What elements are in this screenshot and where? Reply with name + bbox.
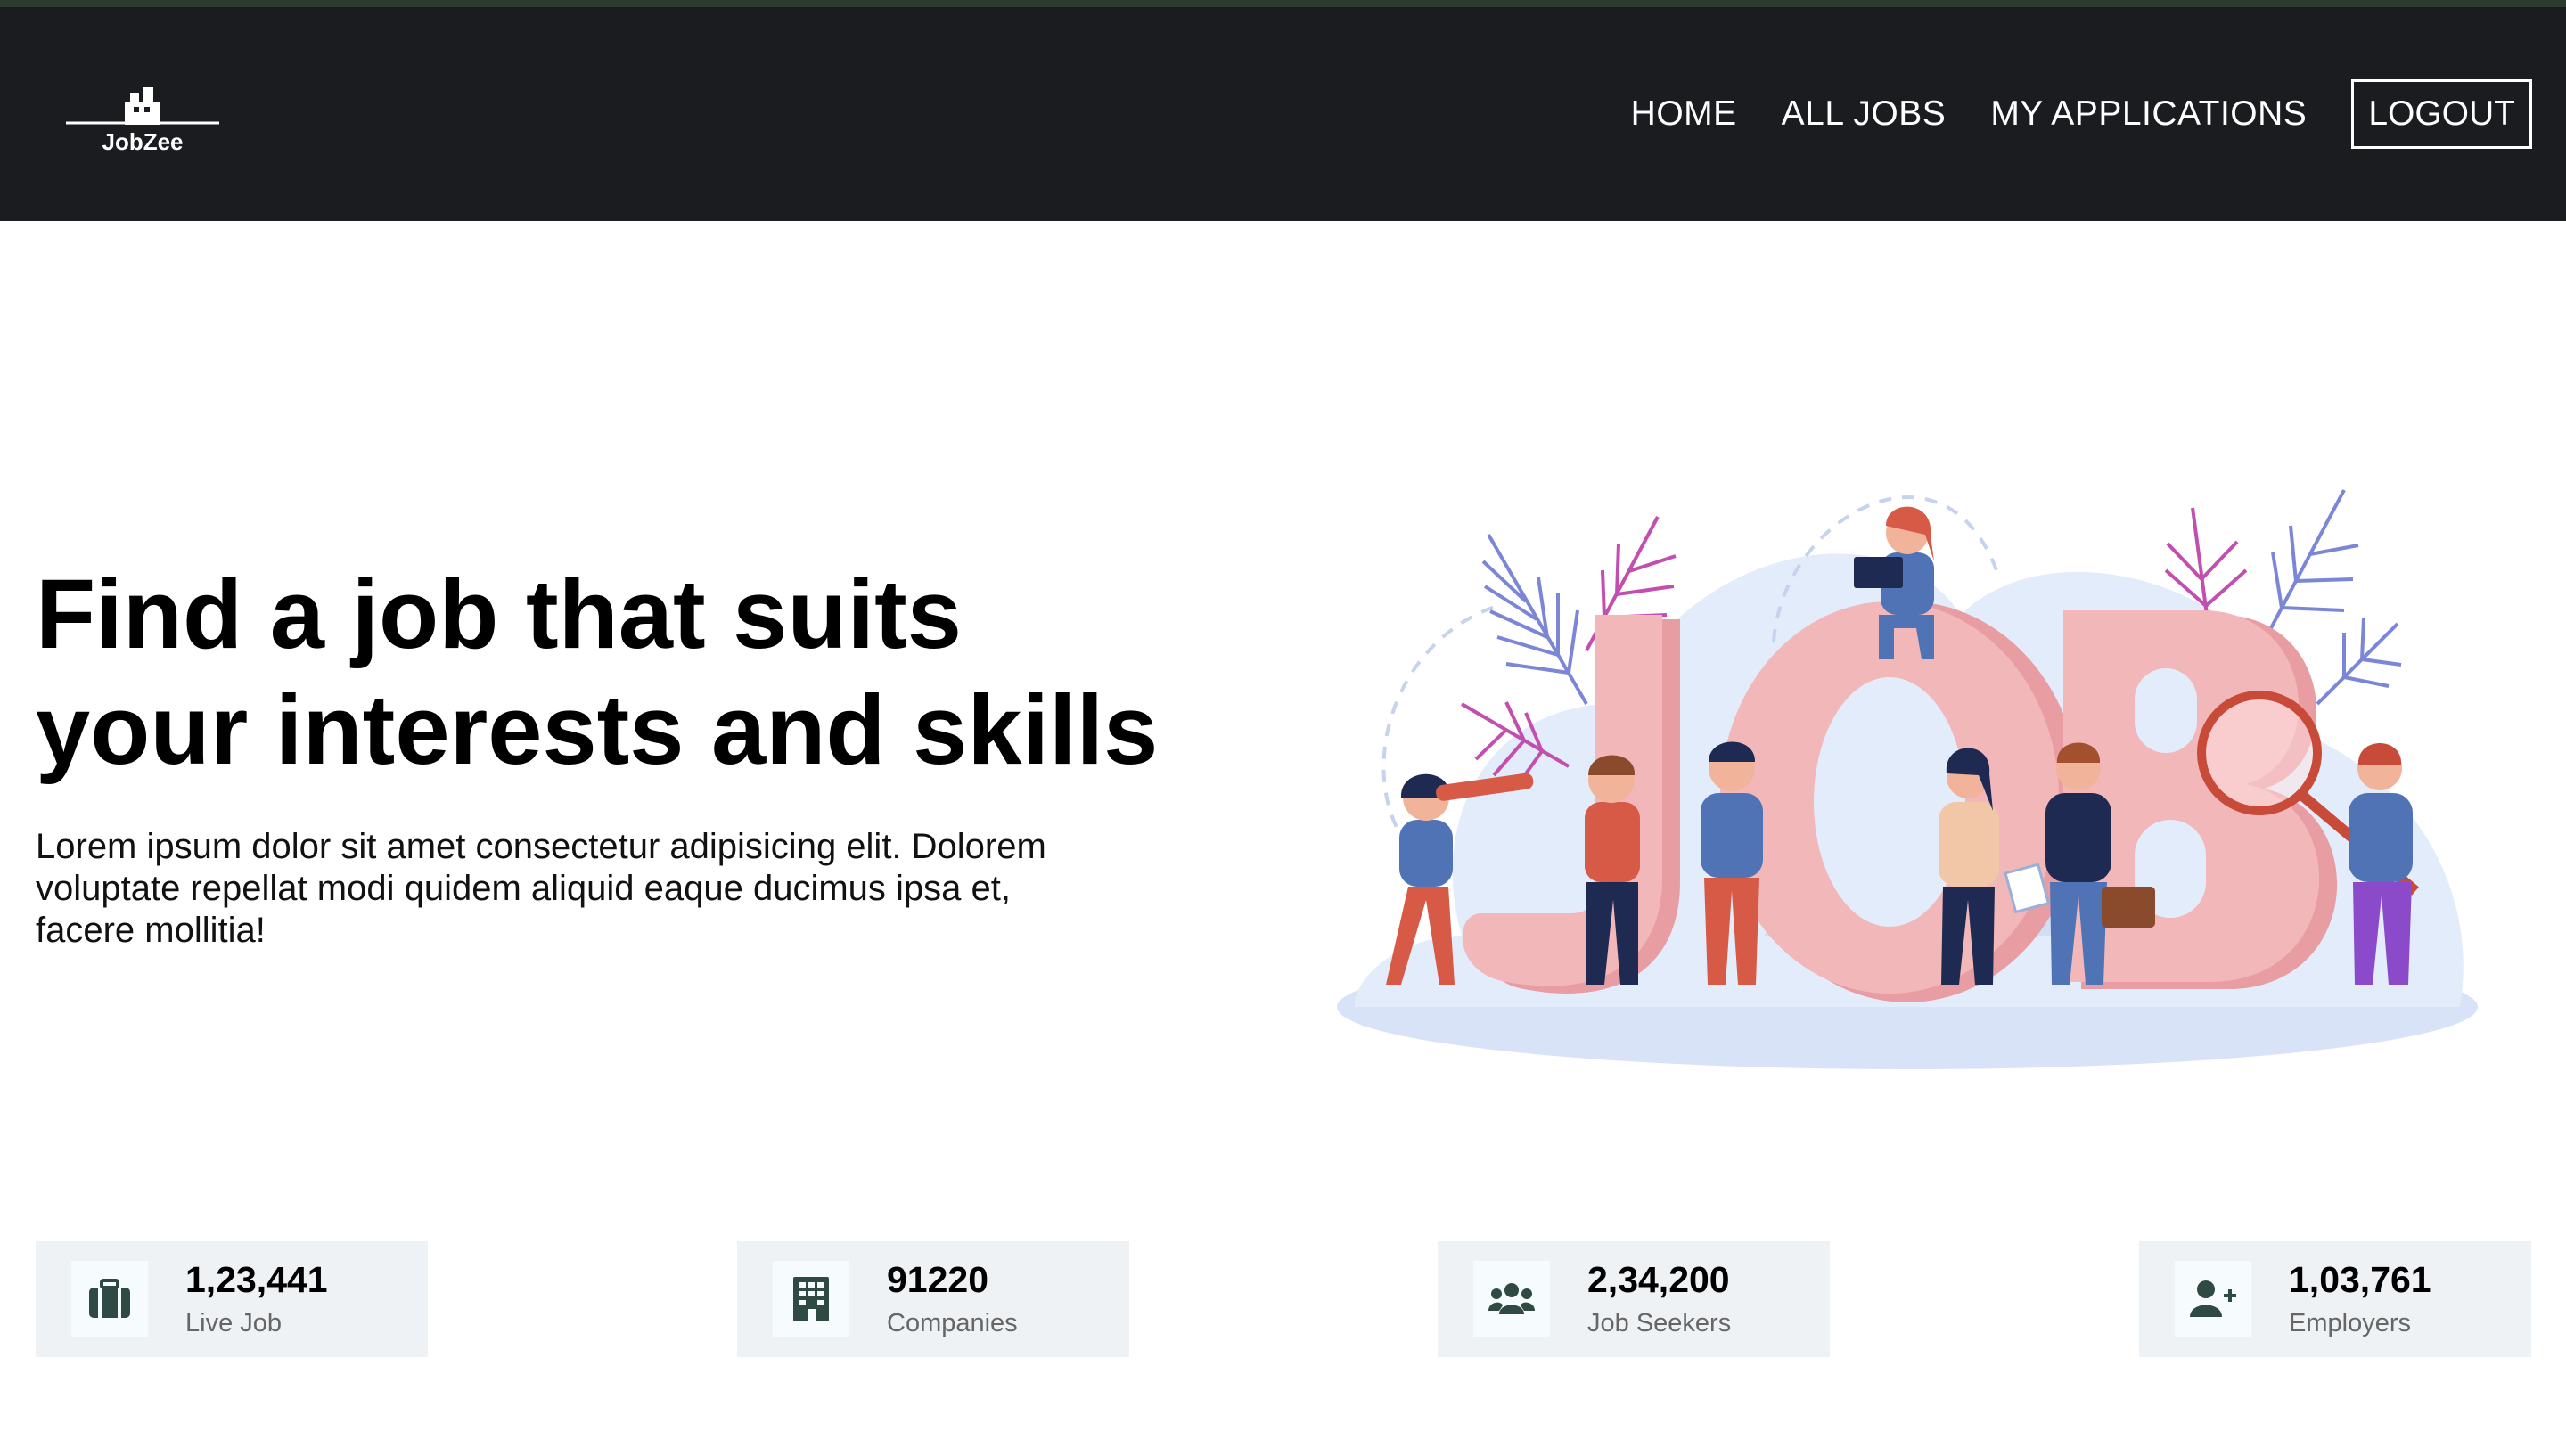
stat-label: Companies [887, 1309, 1018, 1337]
stat-label: Employers [2289, 1309, 2411, 1337]
hero-title-line-1: Find a job that suits [36, 560, 962, 669]
main-nav: HOME ALL JOBS MY APPLICATIONS LOGOUT [1586, 78, 2532, 150]
stat-value: 91220 [887, 1259, 989, 1300]
building-icon [773, 1261, 849, 1337]
user-plus-icon [2175, 1261, 2251, 1337]
leaf-left-blue [1481, 533, 1588, 706]
top-border [0, 0, 2566, 7]
stat-label: Live Job [185, 1309, 283, 1337]
hero-title: Find a job that suits your interests and… [36, 557, 1194, 789]
stat-card-employers: 1,03,761 Employers [2139, 1241, 2531, 1357]
stat-value: 1,23,441 [185, 1259, 328, 1300]
briefcase-icon [71, 1261, 148, 1337]
job-search-illustration [1337, 489, 2478, 1069]
nav-my-applications[interactable]: MY APPLICATIONS [1990, 94, 2307, 134]
logout-button[interactable]: LOGOUT [2351, 79, 2532, 149]
nav-home[interactable]: HOME [1631, 94, 1737, 134]
nav-all-jobs[interactable]: ALL JOBS [1782, 94, 1947, 134]
users-icon [1473, 1261, 1550, 1337]
brand-name: JobZee [102, 128, 184, 155]
stat-label: Job Seekers [1587, 1309, 1732, 1337]
logo[interactable]: JobZee [66, 80, 219, 159]
stat-value: 1,03,761 [2289, 1259, 2431, 1300]
logo-icon [66, 87, 219, 125]
stat-value: 2,34,200 [1587, 1259, 1730, 1300]
stat-card-live-jobs: 1,23,441 Live Job [36, 1241, 428, 1357]
hero-illustration [1319, 437, 2496, 1078]
navbar: JobZee HOME ALL JOBS MY APPLICATIONS LOG… [0, 7, 2566, 221]
hero-description: Lorem ipsum dolor sit amet consectetur a… [36, 827, 1046, 950]
stat-card-job-seekers: 2,34,200 Job Seekers [1438, 1241, 1830, 1357]
hero-title-line-2: your interests and skills [36, 675, 1159, 785]
stat-card-companies: 91220 Companies [737, 1241, 1129, 1357]
